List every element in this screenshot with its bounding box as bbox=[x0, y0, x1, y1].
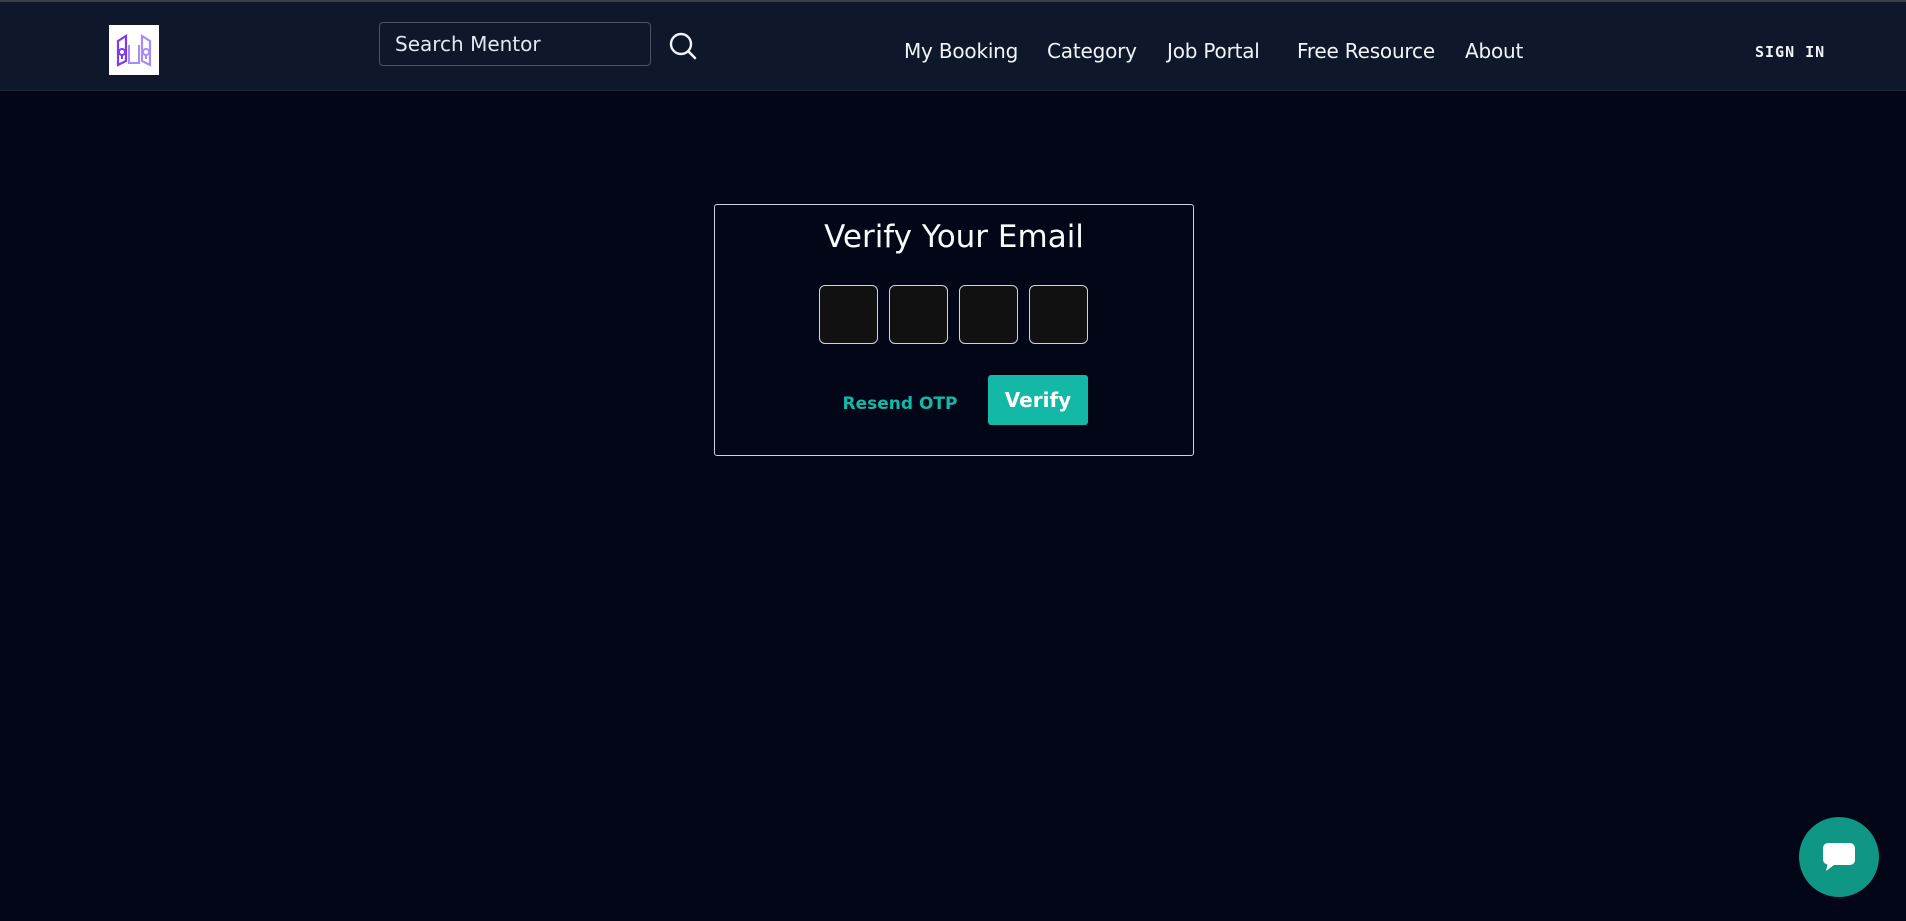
otp-digit-4[interactable] bbox=[1029, 285, 1088, 344]
otp-digit-2[interactable] bbox=[889, 285, 948, 344]
nav-about[interactable]: About bbox=[1465, 38, 1523, 64]
logo-mark-icon bbox=[116, 34, 152, 67]
nav-free-resource[interactable]: Free Resource bbox=[1297, 38, 1435, 64]
chat-button[interactable] bbox=[1799, 817, 1879, 897]
resend-otp-button[interactable]: Resend OTP bbox=[840, 389, 960, 419]
otp-digit-3[interactable] bbox=[959, 285, 1018, 344]
site-logo[interactable] bbox=[109, 25, 159, 75]
verify-email-card: Verify Your Email Resend OTP Verify bbox=[714, 204, 1194, 456]
otp-digit-1[interactable] bbox=[819, 285, 878, 344]
nav-my-booking[interactable]: My Booking bbox=[904, 38, 1018, 64]
verify-email-title: Verify Your Email bbox=[824, 219, 1084, 255]
page: My Booking Category Job Portal Free Reso… bbox=[0, 0, 1906, 921]
search-icon[interactable] bbox=[667, 30, 699, 62]
chat-bubble-icon bbox=[1823, 843, 1855, 871]
nav-category[interactable]: Category bbox=[1047, 38, 1137, 64]
top-navbar: My Booking Category Job Portal Free Reso… bbox=[0, 2, 1906, 91]
sign-in-button[interactable]: SIGN IN bbox=[1755, 42, 1825, 62]
verify-button[interactable]: Verify bbox=[988, 375, 1088, 425]
search-mentor-input[interactable] bbox=[379, 22, 651, 66]
nav-job-portal[interactable]: Job Portal bbox=[1167, 38, 1260, 64]
